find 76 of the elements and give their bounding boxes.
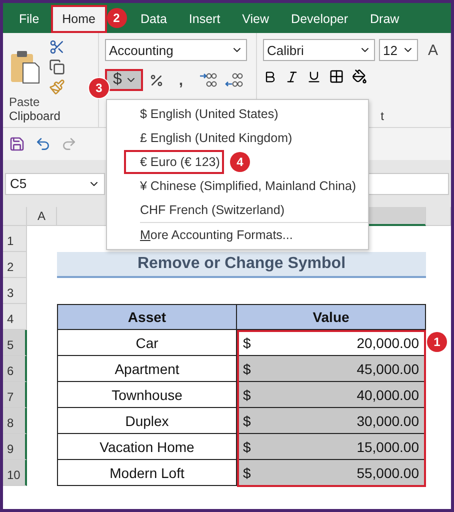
step-badge: 1 xyxy=(427,332,447,352)
font-size-dropdown[interactable]: 12 xyxy=(378,39,418,61)
column-header[interactable]: A xyxy=(27,207,57,226)
row-header[interactable]: 4 xyxy=(3,304,27,330)
amount: 40,000.00 xyxy=(356,386,419,402)
copy-icon[interactable] xyxy=(49,59,65,75)
ribbon-tab[interactable]: File xyxy=(9,5,50,33)
amount: 30,000.00 xyxy=(356,412,419,428)
font-dropdown[interactable]: Calibri xyxy=(263,39,375,61)
currency-symbol: $ xyxy=(243,334,251,350)
currency-button[interactable]: $ xyxy=(105,69,143,91)
value-cell[interactable]: $ 55,000.00 xyxy=(237,460,426,486)
percent-icon[interactable] xyxy=(149,72,164,88)
step-badge: 2 xyxy=(106,8,126,28)
row-header[interactable]: 5 xyxy=(3,330,27,356)
name-box[interactable]: C5 xyxy=(5,172,105,194)
undo-icon[interactable] xyxy=(35,136,51,152)
row-header[interactable]: 2 xyxy=(3,252,27,278)
increase-decimal-icon[interactable] xyxy=(224,71,244,89)
table-cell: Duplex xyxy=(57,408,237,434)
group-label: t xyxy=(380,109,384,123)
menu-item[interactable]: € Euro (€ 123) xyxy=(124,150,224,174)
value-cell[interactable]: $ 40,000.00 xyxy=(237,382,426,408)
ribbon-tab[interactable]: Home xyxy=(51,5,106,33)
step-badge: 3 xyxy=(89,78,109,98)
ribbon-tab[interactable]: View xyxy=(232,5,280,33)
table-cell: Townhouse xyxy=(57,382,237,408)
currency-symbol: $ xyxy=(243,438,251,454)
ribbon-tab[interactable]: Data xyxy=(130,5,177,33)
bold-icon[interactable] xyxy=(263,70,277,84)
amount: 45,000.00 xyxy=(356,360,419,376)
currency-symbol: $ xyxy=(243,464,251,480)
menu-item[interactable]: ¥ Chinese (Simplified, Mainland China) xyxy=(107,174,368,198)
menu-item[interactable]: $ English (United States) xyxy=(107,102,368,126)
amount: 20,000.00 xyxy=(356,334,419,350)
number-format-dropdown[interactable]: Accounting xyxy=(105,39,247,61)
column-heading: Asset xyxy=(57,304,237,330)
paste-button[interactable]: Paste xyxy=(9,95,40,109)
amount: 15,000.00 xyxy=(356,438,419,454)
grow-font-button[interactable]: A xyxy=(422,39,444,61)
row-header[interactable]: 6 xyxy=(3,356,27,382)
step-badge: 4 xyxy=(230,152,250,172)
table-cell: Car xyxy=(57,330,237,356)
ribbon-tab[interactable]: Insert xyxy=(178,5,230,33)
value-cell[interactable]: $ 15,000.00 xyxy=(237,434,426,460)
table-cell: Vacation Home xyxy=(57,434,237,460)
table-cell: Modern Loft xyxy=(57,460,237,486)
menu-item[interactable]: CHF French (Switzerland) xyxy=(107,198,368,222)
row-header[interactable]: 10 xyxy=(3,460,27,486)
table-cell: Apartment xyxy=(57,356,237,382)
menu-item[interactable]: More Accounting Formats... xyxy=(107,223,368,247)
sheet-title: Remove or Change Symbol xyxy=(57,252,426,278)
fill-color-icon[interactable] xyxy=(352,69,367,84)
group-label: Clipboard xyxy=(9,109,60,123)
row-header[interactable]: 1 xyxy=(3,226,27,252)
currency-symbol: $ xyxy=(243,360,251,376)
clipboard-icon[interactable] xyxy=(9,49,41,85)
row-header[interactable]: 3 xyxy=(3,278,27,304)
value-cell[interactable]: $ 45,000.00 xyxy=(237,356,426,382)
value-cell[interactable]: $ 30,000.00 xyxy=(237,408,426,434)
cut-icon[interactable] xyxy=(49,39,65,55)
underline-icon[interactable] xyxy=(307,70,321,84)
column-heading: Value xyxy=(237,304,426,330)
borders-icon[interactable] xyxy=(329,69,344,84)
ribbon-tab[interactable]: Draw xyxy=(360,5,410,33)
row-header[interactable]: 8 xyxy=(3,408,27,434)
currency-symbol: $ xyxy=(243,386,251,402)
decrease-decimal-icon[interactable] xyxy=(198,71,218,89)
amount: 55,000.00 xyxy=(356,464,419,480)
row-header[interactable]: 9 xyxy=(3,434,27,460)
italic-icon[interactable] xyxy=(285,70,299,84)
comma-button[interactable]: , xyxy=(170,69,192,91)
currency-symbol: $ xyxy=(243,412,251,428)
row-header[interactable]: 7 xyxy=(3,382,27,408)
ribbon-tab[interactable]: Developer xyxy=(281,5,358,33)
save-icon[interactable] xyxy=(9,136,25,152)
